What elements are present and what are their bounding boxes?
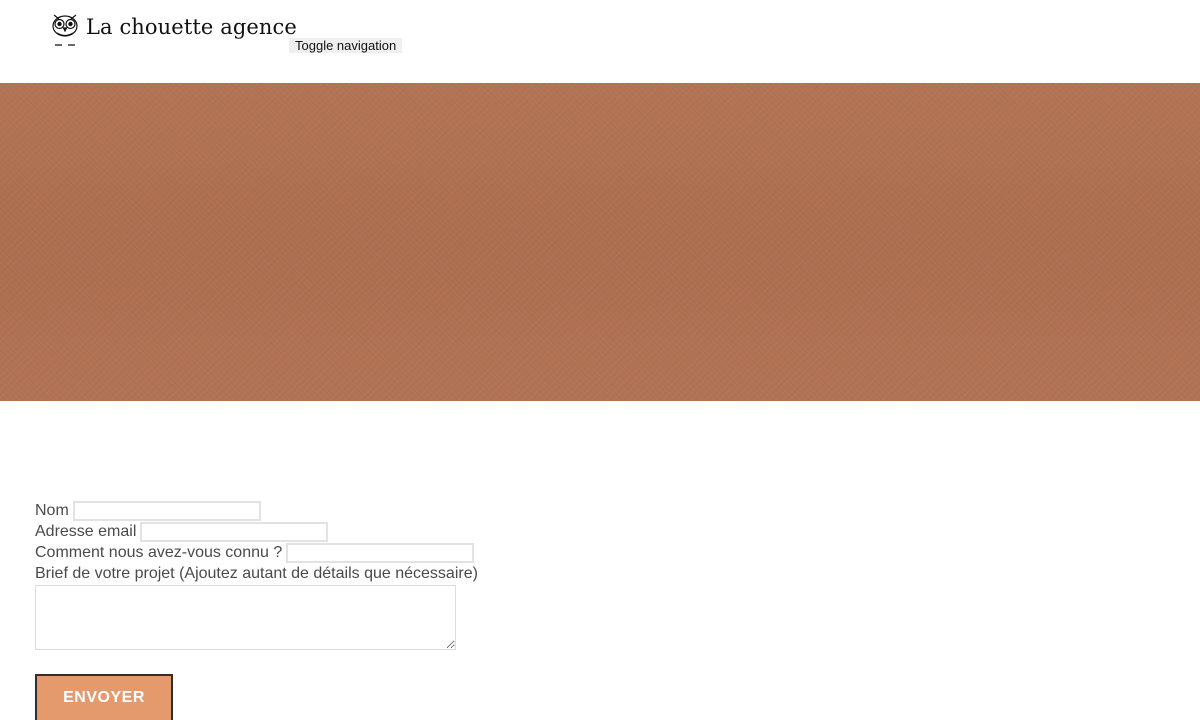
brand-name: La chouette agence	[86, 15, 297, 39]
brief-textarea[interactable]	[35, 585, 456, 650]
referral-label: Comment nous avez-vous connu ?	[35, 544, 283, 561]
email-label: Adresse email	[35, 523, 137, 540]
contact-form: Nom Adresse email Comment nous avez-vous…	[35, 500, 555, 650]
referral-input[interactable]	[286, 542, 475, 563]
owl-icon	[52, 14, 78, 46]
email-field-row: Adresse email	[35, 521, 555, 542]
toggle-navigation-button[interactable]: Toggle navigation	[289, 38, 403, 53]
hero-banner	[0, 83, 1200, 401]
site-header: La chouette agence Toggle navigation	[0, 0, 1200, 83]
referral-field-row: Comment nous avez-vous connu ?	[35, 542, 555, 563]
name-input[interactable]	[72, 500, 261, 521]
name-label: Nom	[35, 502, 69, 519]
brand-link[interactable]: La chouette agence	[50, 12, 297, 46]
submit-button[interactable]: ENVOYER	[35, 674, 173, 720]
email-input[interactable]	[140, 521, 329, 542]
brief-label: Brief de votre projet (Ajoutez autant de…	[35, 565, 478, 582]
name-field-row: Nom	[35, 500, 555, 521]
